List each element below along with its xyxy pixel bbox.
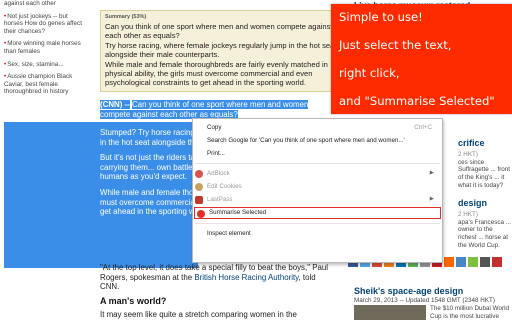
related-item[interactable]: •Aussie champion Black Caviar, best fema… <box>4 73 86 96</box>
callout-line: right click, <box>339 66 400 80</box>
story-headline[interactable]: design <box>458 198 487 208</box>
summary-box: Summary (53%) Can you think of one sport… <box>100 10 345 92</box>
menu-shortcut: Ctrl+C <box>414 124 432 131</box>
menu-item-print[interactable]: Print... <box>193 147 442 160</box>
summary-line: Can you think of one sport where men and… <box>105 22 333 41</box>
menu-item-lastpass[interactable]: LastPass ▶ <box>193 193 442 206</box>
related-item[interactable]: •More winning male horses than females <box>4 40 86 55</box>
story-date: 2 HKT) <box>458 151 478 158</box>
context-menu: Copy Ctrl+C Search Google for 'Can you t… <box>192 118 443 263</box>
menu-item-inspect-element[interactable]: Inspect element <box>193 227 442 240</box>
article-tail: It may seem like quite a stretch compari… <box>100 310 297 320</box>
menu-item-label: AdBlock <box>207 170 230 177</box>
lastpass-icon <box>195 196 203 204</box>
share-icon[interactable] <box>480 257 490 267</box>
article-dateline: (CNN) -- <box>100 100 130 109</box>
menu-item-label: Print... <box>207 150 225 157</box>
summary-title: Summary (53%) <box>105 14 147 20</box>
story-text: The $10 million Dubai World Cup is the m… <box>430 305 509 320</box>
menu-separator <box>195 163 440 164</box>
bha-link[interactable]: British Horse Racing Authority <box>194 273 298 282</box>
callout-line: Simple to use! <box>339 10 423 24</box>
callout-line: and "Summarise Selected" <box>339 94 495 108</box>
menu-item-summarise-selected[interactable]: Summarise Selected <box>194 207 441 219</box>
article-body: "At the top level, it does take a specia… <box>100 263 332 320</box>
adblock-icon <box>195 170 203 178</box>
share-icon[interactable] <box>468 257 478 267</box>
article-subhead: A man's world? <box>100 295 167 306</box>
related-stories: against each other •Not just jockeys -- … <box>4 0 86 101</box>
story-date: March 29, 2013 -- Updated 1548 GMT (2348… <box>354 297 495 304</box>
submenu-arrow-icon: ▶ <box>429 170 434 176</box>
instruction-callout: Simple to use! Just select the text, rig… <box>331 4 512 114</box>
story-block: 2 HKT) ces since Suffragette ... front o… <box>458 151 512 190</box>
story-headline[interactable]: Sheik's space-age design <box>354 286 463 296</box>
menu-item-label: Copy <box>207 124 222 131</box>
story-date: 2 HKT) <box>458 211 478 218</box>
related-item[interactable]: against each other <box>4 0 86 8</box>
cookie-icon <box>195 183 203 191</box>
related-item[interactable]: •Sex, size, stamina... <box>4 61 86 69</box>
menu-separator <box>195 223 440 224</box>
menu-item-label: Summarise Selected <box>209 209 267 216</box>
menu-item-label: Search Google for 'Can you think of one … <box>207 137 405 144</box>
share-icon[interactable] <box>492 257 502 267</box>
menu-item-copy[interactable]: Copy Ctrl+C <box>193 121 442 134</box>
story-block: 2 HKT) apa's Francesca ... owner to the … <box>458 211 512 250</box>
summary-line: Try horse racing, where female jockeys r… <box>105 40 337 60</box>
story-headline[interactable]: crifice <box>458 138 485 148</box>
story-thumbnail[interactable] <box>354 305 426 320</box>
submenu-arrow-icon: ▶ <box>429 196 434 202</box>
menu-item-edit-cookies[interactable]: Edit Cookies <box>193 180 442 193</box>
article-lead-text[interactable]: Can you think of one sport where men and… <box>100 100 309 119</box>
related-item[interactable]: •Not just jockeys -- but horses How do g… <box>4 13 86 36</box>
menu-item-label: LastPass <box>207 196 233 203</box>
summarise-icon <box>197 210 205 218</box>
story-text: apa's Francesca ... owner to the richest… <box>458 218 512 249</box>
callout-line: Just select the text, <box>339 38 452 52</box>
share-icon[interactable] <box>444 257 454 267</box>
menu-item-adblock[interactable]: AdBlock ▶ <box>193 167 442 180</box>
menu-item-label: Inspect element <box>207 230 251 237</box>
menu-item-label: Edit Cookies <box>207 183 242 190</box>
story-text: ces since Suffragette ... front of the K… <box>458 158 511 189</box>
share-icon[interactable] <box>456 257 466 267</box>
menu-item-search-google[interactable]: Search Google for 'Can you think of one … <box>193 134 442 147</box>
summary-line: While male and female thoroughbreds are … <box>105 59 328 88</box>
